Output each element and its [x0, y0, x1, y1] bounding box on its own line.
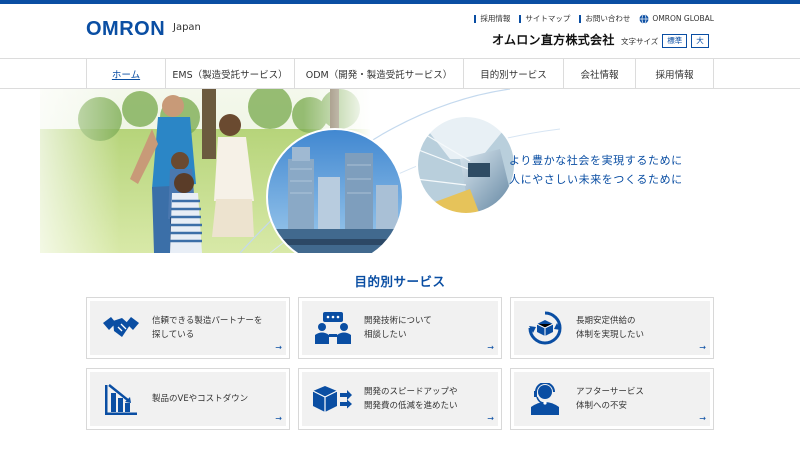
handshake-icon [103, 317, 139, 337]
nav-label: ホーム [111, 69, 141, 81]
sitemap-link[interactable]: サイトマップ [519, 13, 570, 24]
tagline-line-2: 人にやさしい未来をつくるために [509, 173, 683, 186]
service-card-text: 信頼できる製造パートナーを 探している [152, 314, 262, 342]
card-text-line: 長期安定供給の [576, 316, 636, 326]
services-section-title: 目的別サービス [354, 274, 446, 289]
omron-logo[interactable]: OMRON [86, 18, 165, 41]
nav-item-services[interactable]: 目的別サービス [464, 59, 564, 88]
card-text-line: 探している [152, 330, 195, 340]
arrow-right-icon: → [699, 414, 706, 423]
contact-link[interactable]: お問い合わせ [579, 13, 630, 24]
nav-item-home[interactable]: ホーム [86, 59, 166, 88]
recruit-link[interactable]: 採用情報 [474, 13, 510, 24]
service-card-supply[interactable]: 長期安定供給の 体制を実現したい → [510, 297, 714, 359]
consultation-icon [315, 312, 351, 344]
font-size-standard-button[interactable]: 標準 [662, 34, 688, 48]
card-text-line: 開発費の低減を進めたい [364, 401, 458, 411]
support-operator-icon [531, 383, 559, 415]
cost-down-chart-icon [105, 384, 137, 415]
card-text-line: 開発技術について [364, 316, 432, 326]
arrow-right-icon: → [275, 414, 282, 423]
arrow-right-icon: → [699, 343, 706, 352]
nav-label: 目的別サービス [480, 69, 547, 81]
arrow-right-icon: → [275, 343, 282, 352]
supply-cycle-icon [528, 311, 562, 345]
hero-tagline: より豊かな社会を実現するために 人にやさしい未来をつくるために [509, 151, 683, 189]
global-nav: ホーム EMS（製造受託サービス） ODM（開発・製造受託サービス） 目的別サー… [0, 58, 800, 89]
service-card-consult[interactable]: 開発技術について 相談したい → [298, 297, 502, 359]
company-name: オムロン直方株式会社 [492, 33, 615, 47]
service-card-cost[interactable]: 製品のVEやコストダウン → [86, 368, 290, 430]
service-card-text: 開発技術について 相談したい [364, 314, 432, 342]
omron-global-label: OMRON GLOBAL [652, 14, 714, 23]
font-size-large-button[interactable]: 大 [691, 34, 709, 48]
card-text-line: 製品のVEやコストダウン [152, 394, 249, 404]
service-card-text: 開発のスピードアップや 開発費の低減を進めたい [364, 385, 458, 413]
nav-label: EMS（製造受託サービス） [172, 69, 288, 81]
nav-label: 採用情報 [655, 69, 694, 81]
font-size-label: 文字サイズ [621, 36, 659, 46]
card-text-line: 相談したい [364, 330, 407, 340]
speed-box-icon [313, 386, 352, 412]
service-card-text: 長期安定供給の 体制を実現したい [576, 314, 644, 342]
nav-label: ODM（開発・製造受託サービス） [305, 69, 453, 81]
service-card-aftercare[interactable]: アフターサービス 体制への不安 → [510, 368, 714, 430]
nav-item-odm[interactable]: ODM（開発・製造受託サービス） [295, 59, 464, 88]
nav-item-recruit[interactable]: 採用情報 [636, 59, 714, 88]
nav-item-company[interactable]: 会社情報 [564, 59, 636, 88]
card-text-line: アフターサービス [576, 387, 644, 397]
omron-global-link[interactable]: OMRON GLOBAL [639, 13, 714, 24]
service-card-text: 製品のVEやコストダウン [152, 392, 248, 406]
arrow-right-icon: → [487, 414, 494, 423]
globe-icon [639, 13, 649, 24]
tagline-line-1: より豊かな社会を実現するために [509, 154, 683, 167]
service-card-speed[interactable]: 開発のスピードアップや 開発費の低減を進めたい → [298, 368, 502, 430]
font-size-switcher: 文字サイズ 標準 大 [621, 34, 709, 48]
utility-links: 採用情報 サイトマップ お問い合わせ OMRON GLOBAL [474, 13, 714, 24]
card-text-line: 信頼できる製造パートナーを [152, 316, 263, 326]
arrow-right-icon: → [487, 343, 494, 352]
service-card-text: アフターサービス 体制への不安 [576, 385, 644, 413]
card-text-line: 体制への不安 [576, 401, 628, 411]
service-cards: 信頼できる製造パートナーを 探している → 開発技術について 相談したい → 長… [86, 297, 714, 430]
nav-item-ems[interactable]: EMS（製造受託サービス） [166, 59, 295, 88]
region-label: Japan [173, 22, 201, 33]
top-accent-bar [0, 0, 800, 4]
service-card-partner[interactable]: 信頼できる製造パートナーを 探している → [86, 297, 290, 359]
card-text-line: 開発のスピードアップや [364, 387, 458, 397]
card-text-line: 体制を実現したい [576, 330, 645, 340]
nav-label: 会社情報 [580, 69, 619, 81]
